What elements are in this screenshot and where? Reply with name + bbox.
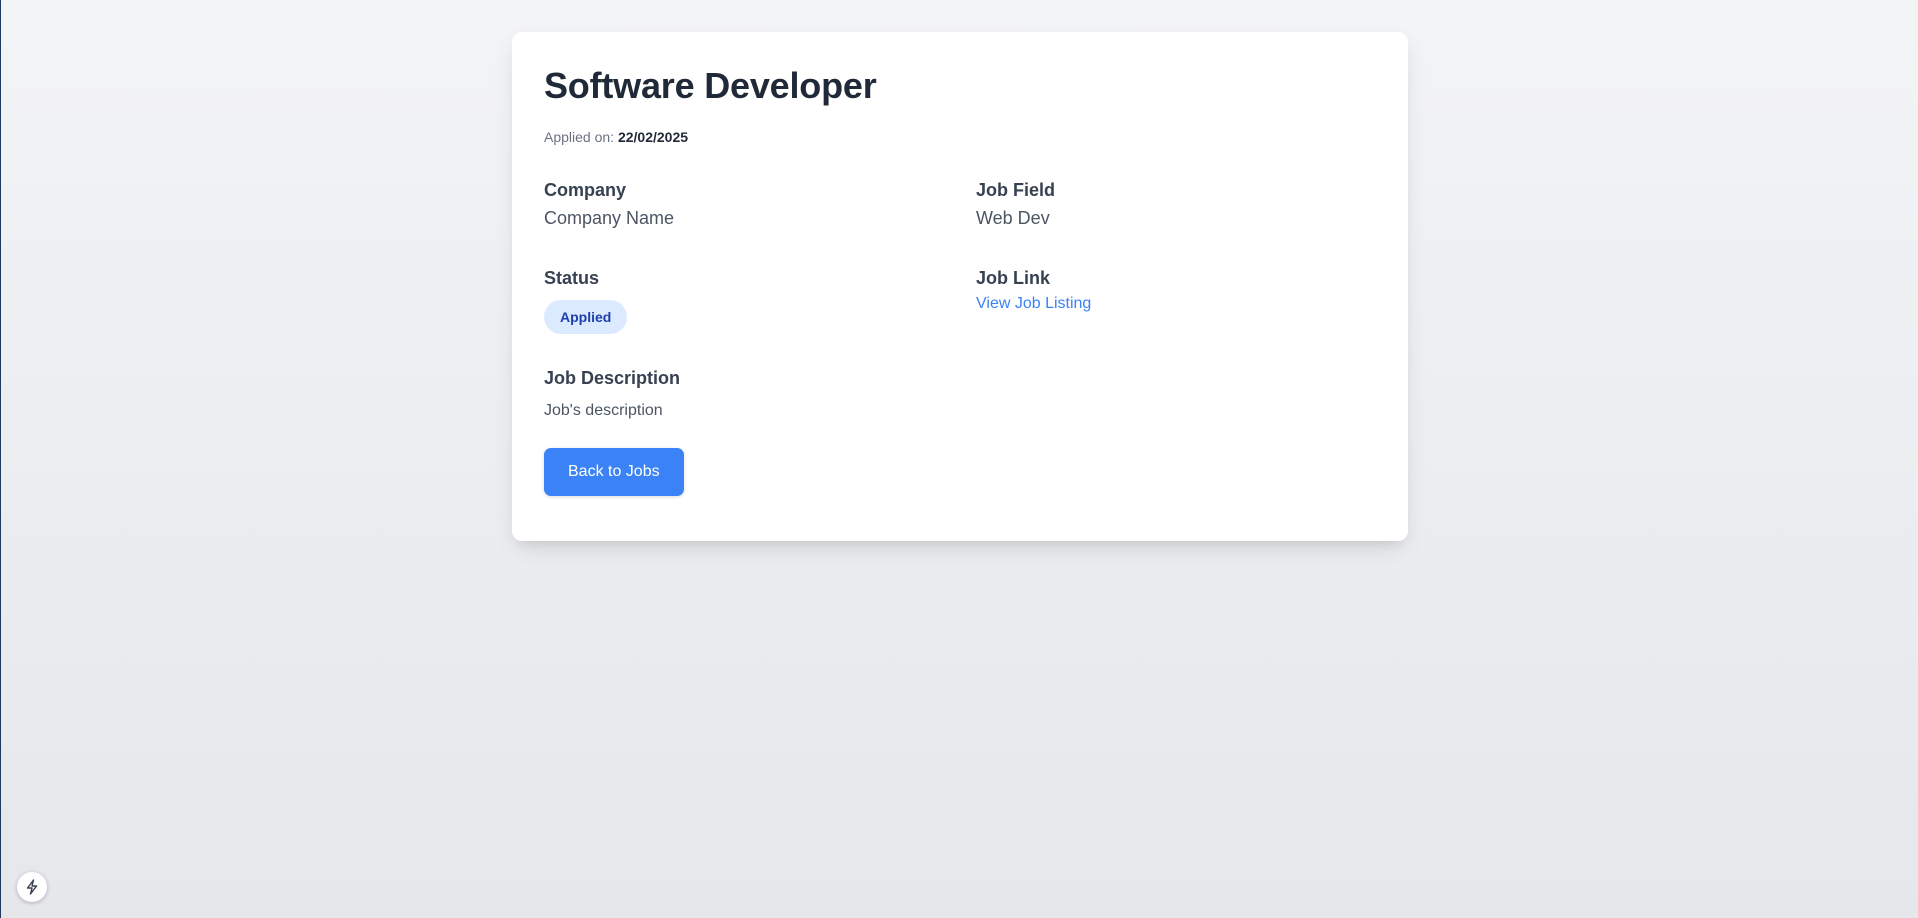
applied-date-row: Applied on: 22/02/2025 — [544, 128, 1376, 146]
job-fields-grid: Company Company Name Job Field Web Dev S… — [544, 178, 1376, 354]
job-link-label: Job Link — [976, 268, 1051, 288]
window-edge — [0, 0, 1, 918]
job-title: Software Developer — [544, 65, 877, 106]
back-to-jobs-button[interactable]: Back to Jobs — [544, 448, 684, 496]
lightning-bolt-icon — [26, 879, 38, 895]
applied-date: 22/02/2025 — [617, 129, 689, 145]
job-description-text: Job's description — [544, 402, 663, 419]
job-detail-card: Software Developer Applied on: 22/02/202… — [512, 32, 1408, 541]
dev-tools-button[interactable] — [17, 872, 47, 902]
applied-label: Applied on: — [544, 129, 615, 145]
view-job-listing-link[interactable]: View Job Listing — [976, 292, 1091, 316]
status-badge: Applied — [544, 300, 628, 334]
job-description-label: Job Description — [544, 368, 681, 388]
status-field: Status Applied — [544, 266, 976, 354]
company-label: Company — [544, 180, 627, 200]
status-label: Status — [544, 268, 600, 288]
company-field: Company Company Name — [544, 178, 976, 266]
job-description-section: Job Description Job's description — [544, 366, 1376, 422]
job-field-value: Web Dev — [976, 208, 1050, 228]
job-link-field: Job Link View Job Listing — [976, 266, 1376, 354]
job-field-label: Job Field — [976, 180, 1056, 200]
job-field-field: Job Field Web Dev — [976, 178, 1376, 266]
company-value: Company Name — [544, 208, 675, 228]
